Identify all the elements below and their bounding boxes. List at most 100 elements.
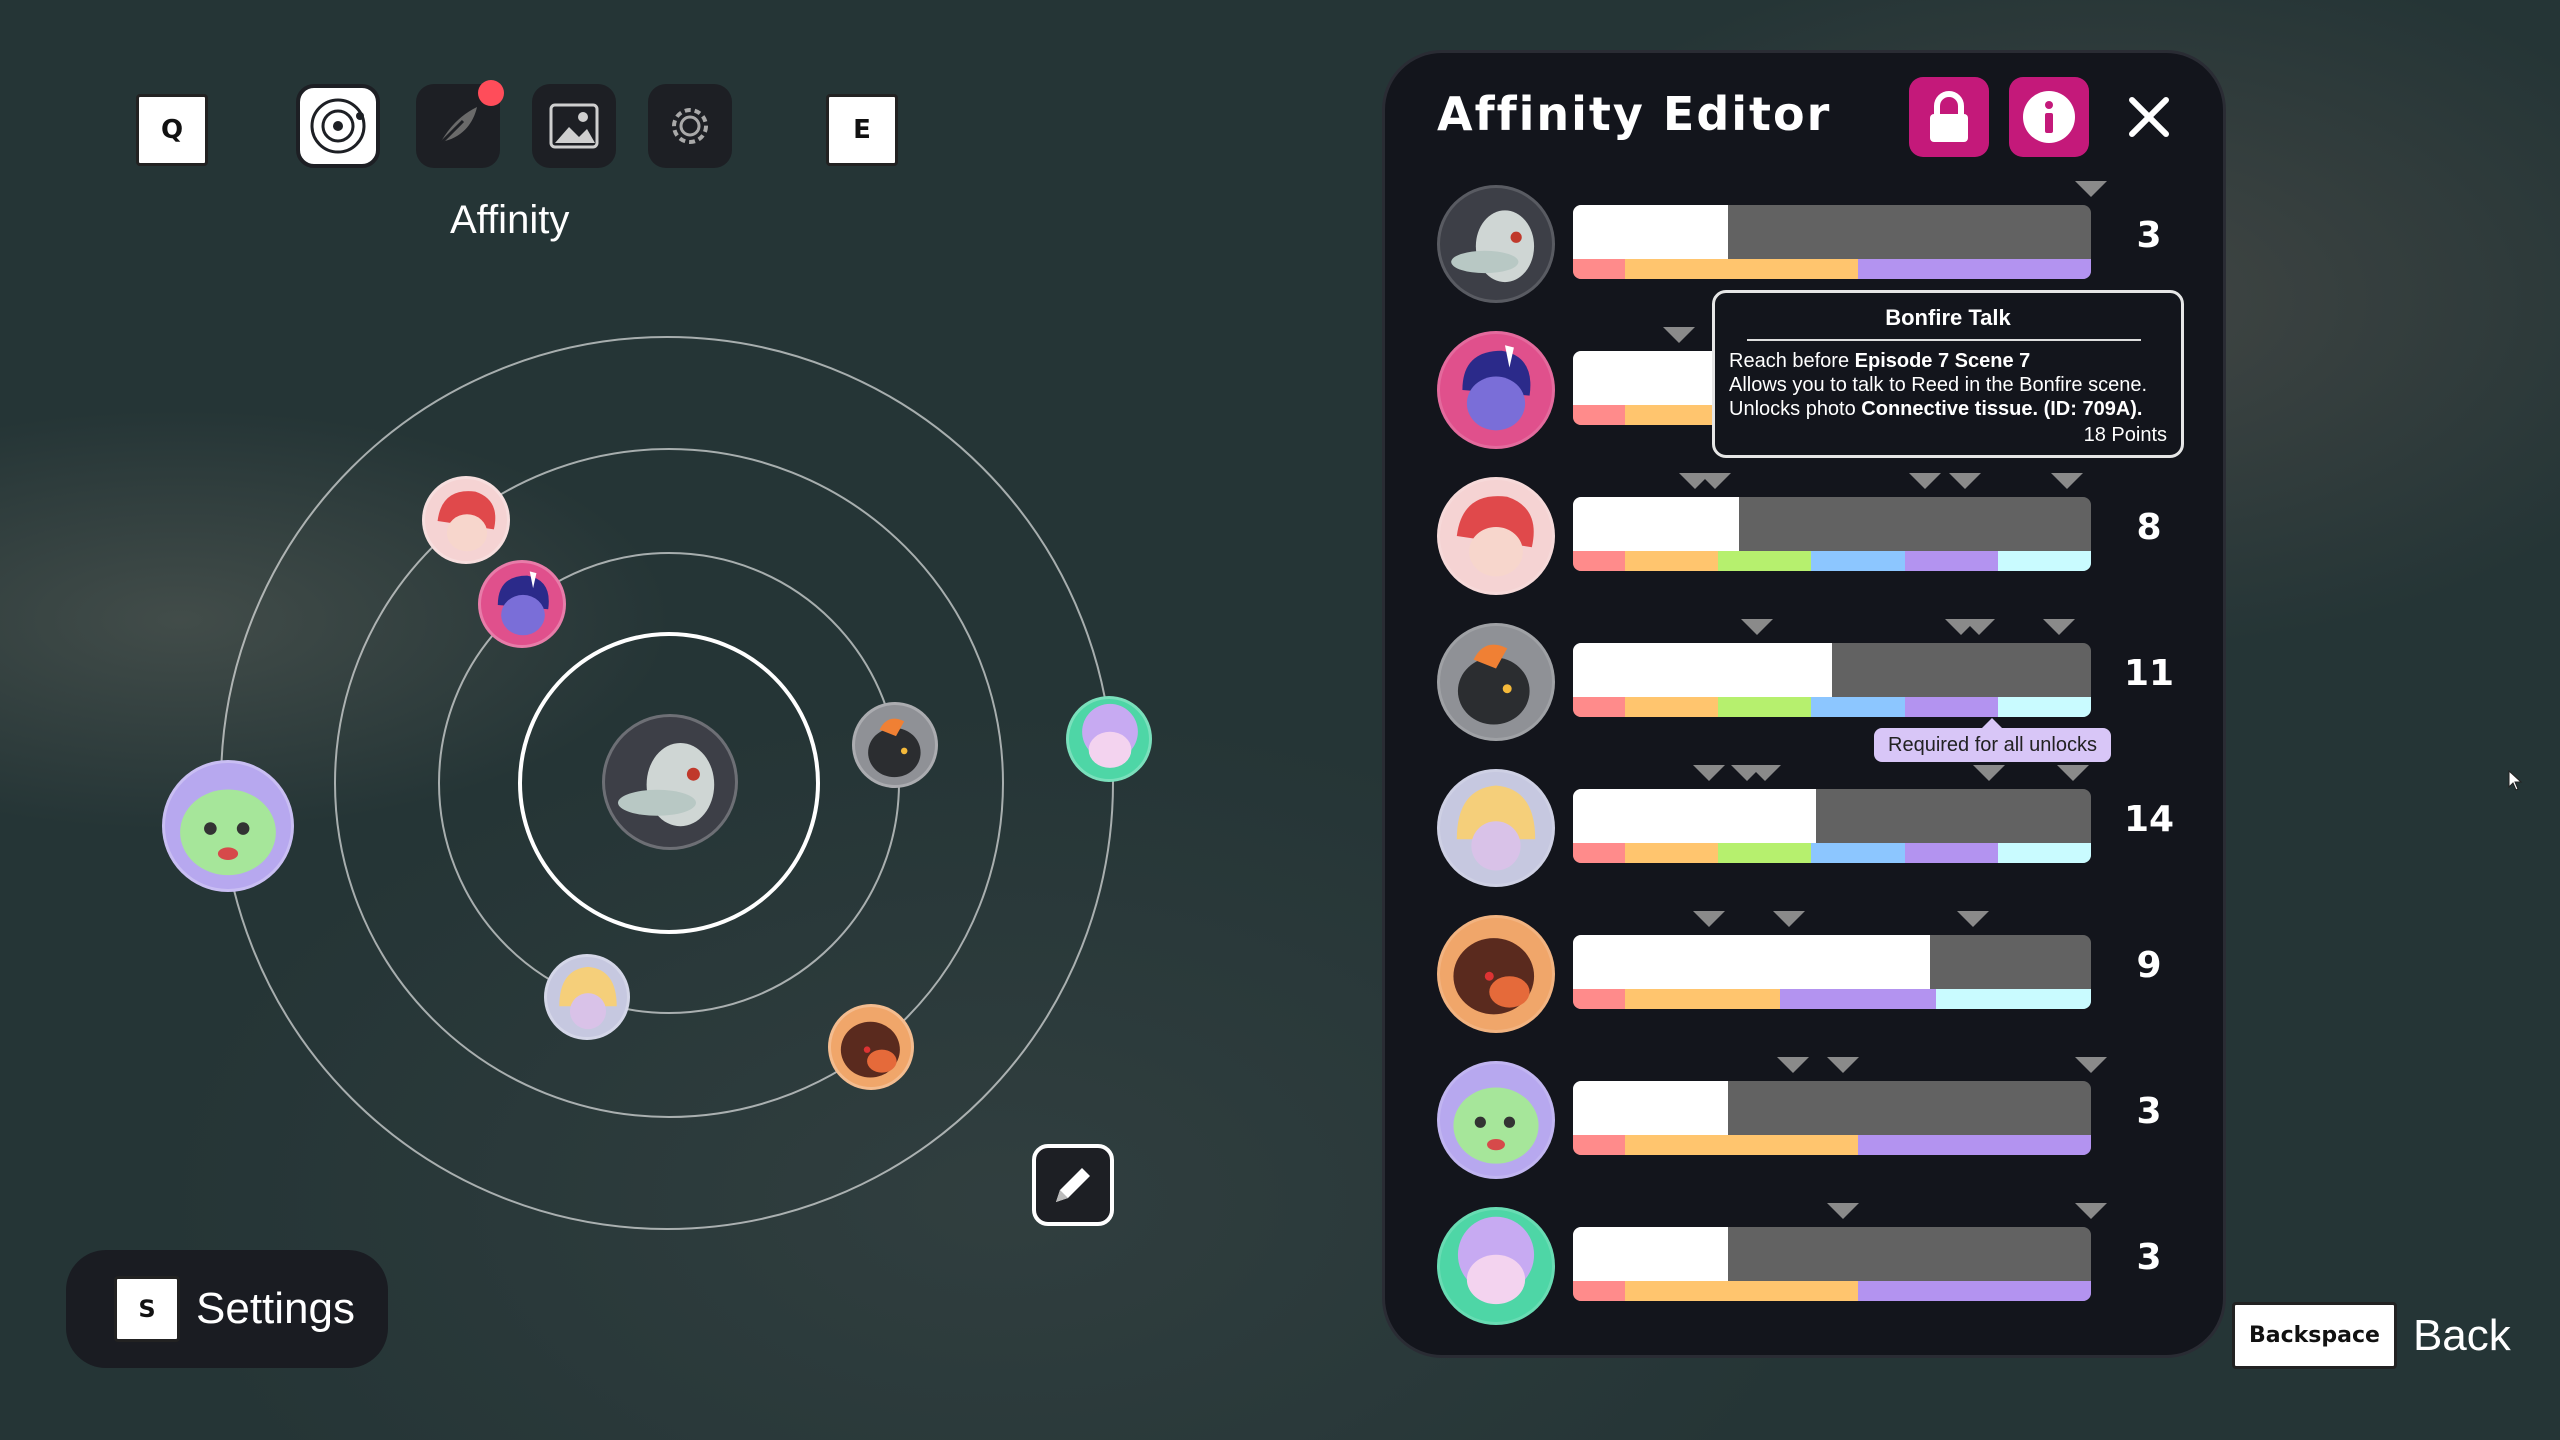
unlock-marker[interactable]: [2075, 1057, 2107, 1073]
feather-icon: [437, 107, 477, 147]
back-button[interactable]: Backspace Back: [2232, 1302, 2511, 1369]
affinity-row[interactable]: 9: [1437, 911, 2177, 1045]
character-avatar: [1437, 185, 1555, 303]
affinity-row[interactable]: 3: [1437, 1057, 2177, 1191]
info-icon: [2023, 91, 2075, 143]
affinity-segment: [1573, 697, 1625, 717]
unlock-marker[interactable]: [1663, 327, 1695, 343]
affinity-segments: [1573, 259, 2091, 279]
settings-button[interactable]: S Settings: [66, 1250, 388, 1368]
character-portrait-icon: [497, 571, 549, 636]
tab-affinity[interactable]: [296, 84, 380, 168]
unlock-marker[interactable]: [2075, 1203, 2107, 1219]
affinity-row[interactable]: 14: [1437, 765, 2177, 899]
unlock-marker[interactable]: [2043, 619, 2075, 635]
affinity-row[interactable]: 3: [1437, 1203, 2177, 1337]
affinity-value: 3: [2136, 215, 2162, 256]
orbit-avatar-blonde[interactable]: [544, 954, 630, 1040]
unlock-marker[interactable]: [1777, 1057, 1809, 1073]
affinity-bar[interactable]: [1573, 643, 2091, 717]
affinity-bar[interactable]: [1573, 1227, 2091, 1301]
orbit-avatar-brown-fox[interactable]: [828, 1004, 914, 1090]
character-avatar: [1437, 1207, 1555, 1325]
affinity-segment: [1573, 259, 1625, 279]
orbit-avatar-dark-orange[interactable]: [852, 702, 938, 788]
affinity-segment: [1997, 697, 2091, 717]
character-portrait-icon: [1457, 644, 1530, 725]
tab-settings[interactable]: [648, 84, 732, 168]
gear-icon: [672, 108, 708, 144]
affinity-bar[interactable]: [1573, 935, 2091, 1009]
unlock-marker[interactable]: [1963, 619, 1995, 635]
unlock-marker[interactable]: [1749, 765, 1781, 781]
unlock-marker[interactable]: [1827, 1203, 1859, 1219]
affinity-segment: [1997, 843, 2091, 863]
affinity-value: 8: [2136, 507, 2162, 548]
affinity-row[interactable]: 8: [1437, 473, 2177, 607]
unlock-marker[interactable]: [2051, 473, 2083, 489]
affinity-value: 11: [2123, 653, 2175, 694]
unlock-marker[interactable]: [1909, 473, 1941, 489]
tab-gallery[interactable]: [532, 84, 616, 168]
next-tab-key[interactable]: E: [826, 94, 898, 166]
prev-tab-key[interactable]: Q: [136, 94, 208, 166]
affinity-value: 3: [2136, 1237, 2162, 1278]
mouse-cursor-icon: [2508, 770, 2523, 791]
unlock-marker[interactable]: [1957, 911, 1989, 927]
edit-button[interactable]: [1032, 1144, 1114, 1226]
close-button[interactable]: [2121, 89, 2177, 145]
unlock-marker[interactable]: [1973, 765, 2005, 781]
affinity-segment: [1573, 405, 1625, 425]
orbit-avatar-purple-horn[interactable]: [478, 560, 566, 648]
affinity-segment: [1857, 259, 2091, 279]
affinity-segment: [1573, 989, 1625, 1009]
unlock-marker[interactable]: [1693, 765, 1725, 781]
affinity-fill: [1573, 497, 1739, 551]
character-portrait-icon: [437, 491, 496, 552]
character-portrait-icon: [180, 789, 276, 876]
affinity-segment: [1624, 989, 1781, 1009]
affinity-segment: [1811, 843, 1905, 863]
unlock-marker[interactable]: [1827, 1057, 1859, 1073]
info-button[interactable]: [2009, 77, 2089, 157]
affinity-bar[interactable]: [1573, 1081, 2091, 1155]
orbit-avatar-lilac[interactable]: [1066, 696, 1152, 782]
affinity-bar[interactable]: [1573, 497, 2091, 571]
character-portrait-icon: [1453, 1087, 1539, 1164]
affinity-segment: [1624, 697, 1719, 717]
tab-journal[interactable]: [416, 80, 504, 168]
affinity-bar[interactable]: [1573, 789, 2091, 863]
unlock-marker[interactable]: [1773, 911, 1805, 927]
unlock-marker[interactable]: [1693, 911, 1725, 927]
affinity-segment: [1904, 697, 1998, 717]
unlock-marker[interactable]: [1699, 473, 1731, 489]
tooltip-text: Unlocks photo: [1729, 398, 1862, 420]
affinity-segment: [1718, 551, 1812, 571]
active-tab-label: Affinity: [450, 198, 570, 242]
affinity-segment: [1811, 551, 1905, 571]
affinity-value: 9: [2136, 945, 2162, 986]
affinity-value: 14: [2123, 799, 2175, 840]
affinity-bar[interactable]: [1573, 205, 2091, 279]
affinity-segment: [1624, 843, 1719, 863]
orbit-avatar-green[interactable]: [162, 760, 294, 892]
affinity-fill: [1573, 789, 1817, 843]
unlock-marker[interactable]: [1741, 619, 1773, 635]
panel-title: Affinity Editor: [1437, 87, 1832, 141]
affinity-segments: [1573, 1135, 2091, 1155]
character-avatar: [1437, 331, 1555, 449]
orbit-avatar-red-hair[interactable]: [422, 476, 510, 564]
affinity-segment: [1857, 1135, 2091, 1155]
image-icon: [549, 103, 599, 149]
affinity-segment: [1573, 843, 1625, 863]
tooltip-text: Episode 7 Scene 7: [1854, 350, 2031, 372]
lock-icon: [1930, 91, 1968, 142]
lock-button[interactable]: [1909, 77, 1989, 157]
unlock-marker[interactable]: [2075, 181, 2107, 197]
unlock-marker[interactable]: [1949, 473, 1981, 489]
orbit-center-avatar[interactable]: [602, 714, 738, 850]
back-label: Back: [2412, 1310, 2511, 1360]
affinity-segment: [1624, 1281, 1858, 1301]
unlock-marker[interactable]: [2057, 765, 2089, 781]
character-portrait-icon: [1456, 785, 1536, 871]
